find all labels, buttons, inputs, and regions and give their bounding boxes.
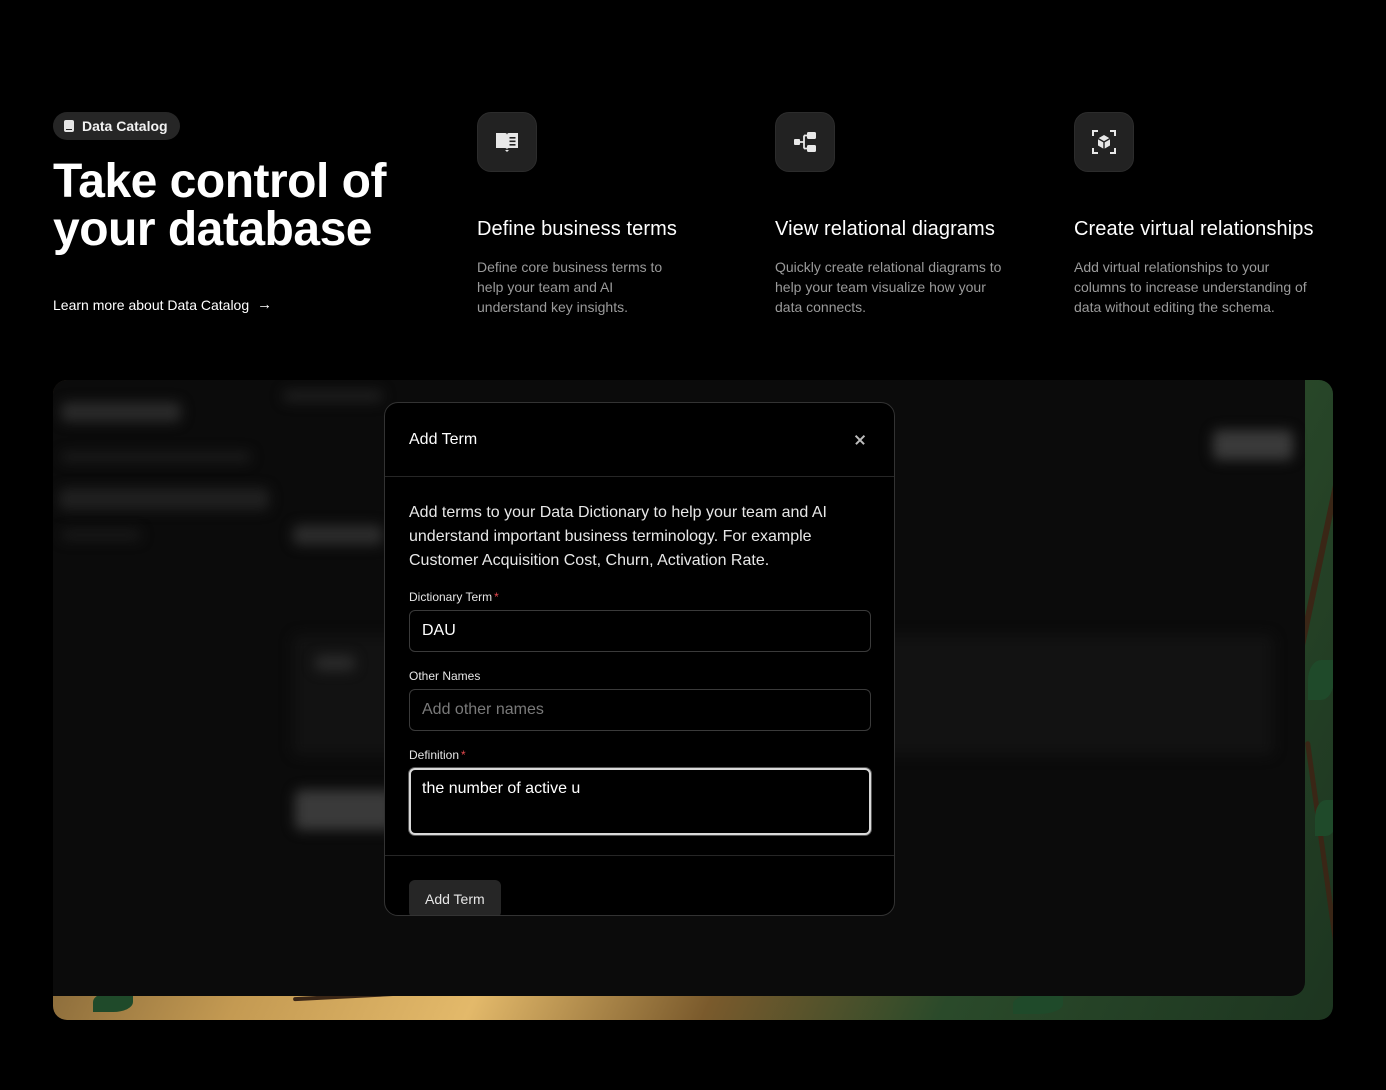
page: Data Catalog Take control of your databa… xyxy=(0,0,1386,1090)
book-open-icon xyxy=(477,112,537,172)
diagram-icon xyxy=(775,112,835,172)
feature-relational-diagrams: View relational diagrams Quickly create … xyxy=(775,112,1075,317)
data-catalog-badge: Data Catalog xyxy=(53,112,180,140)
required-mark: * xyxy=(461,748,466,762)
feature-description: Define core business terms to help your … xyxy=(477,259,663,315)
feature-define-terms: Define business terms Define core busine… xyxy=(477,112,777,317)
other-names-label: Other Names xyxy=(409,669,870,683)
add-term-modal: Add Term Add terms to your Data Dictiona… xyxy=(384,402,895,916)
definition-label: Definition * xyxy=(409,748,870,762)
learn-more-link[interactable]: Learn more about Data Catalog → xyxy=(53,296,272,313)
badge-label: Data Catalog xyxy=(82,118,168,134)
feature-virtual-relationships: Create virtual relationships Add virtual… xyxy=(1074,112,1374,317)
hero-title: Take control of your database xyxy=(53,155,386,256)
feature-title: Define business terms xyxy=(477,218,677,240)
cube-scan-icon xyxy=(1074,112,1134,172)
book-icon xyxy=(64,120,74,132)
learn-more-label: Learn more about Data Catalog xyxy=(53,296,250,313)
feature-description: Add virtual relationships to your column… xyxy=(1074,259,1307,315)
modal-header: Add Term xyxy=(385,403,894,477)
modal-intro: Add terms to your Data Dictionary to hel… xyxy=(409,504,827,569)
dictionary-term-label-text: Dictionary Term xyxy=(409,590,493,604)
other-names-input[interactable] xyxy=(409,689,871,731)
feature-title: Create virtual relationships xyxy=(1074,218,1314,240)
modal-footer: Add Term xyxy=(385,855,894,915)
dictionary-term-input[interactable] xyxy=(409,610,871,652)
other-names-label-text: Other Names xyxy=(409,669,481,683)
modal-body: Add terms to your Data Dictionary to hel… xyxy=(385,477,894,840)
definition-label-text: Definition xyxy=(409,748,460,762)
feature-title: View relational diagrams xyxy=(775,218,995,240)
modal-title: Add Term xyxy=(409,430,478,448)
definition-textarea[interactable]: the number of active u xyxy=(409,768,871,835)
dictionary-term-label: Dictionary Term * xyxy=(409,590,870,604)
arrow-right-icon: → xyxy=(257,296,273,313)
close-icon[interactable] xyxy=(850,430,870,450)
feature-description: Quickly create relational diagrams to he… xyxy=(775,259,1002,315)
required-mark: * xyxy=(494,590,499,604)
add-term-button[interactable]: Add Term xyxy=(409,880,501,915)
